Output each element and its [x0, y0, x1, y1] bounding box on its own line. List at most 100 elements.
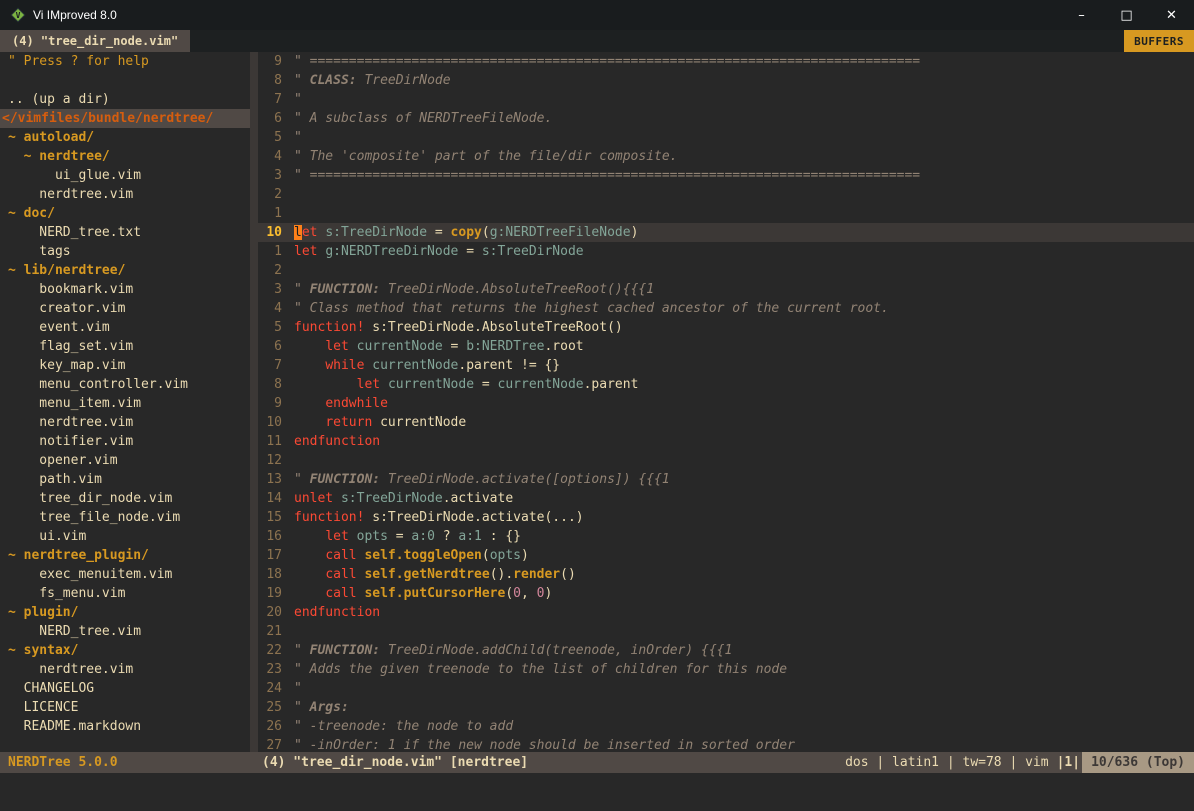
nerdtree-row-file[interactable]: event.vim [0, 318, 250, 337]
main-area: " Press ? for help .. (up a dir)</vimfile… [0, 52, 1194, 752]
nerdtree-row-file[interactable]: nerdtree.vim [0, 185, 250, 204]
vim-window: V Vi IMproved 8.0 – □ ✕ (4) "tree_dir_no… [0, 0, 1194, 811]
vertical-split[interactable] [250, 52, 258, 752]
editor-line[interactable]: 4" Class method that returns the highest… [258, 299, 1194, 318]
nerdtree-row-file[interactable]: tree_dir_node.vim [0, 489, 250, 508]
nerdtree-row-root[interactable]: </vimfiles/bundle/nerdtree/ [0, 109, 250, 128]
editor-line[interactable]: 27" -inOrder: 1 if the new node should b… [258, 736, 1194, 752]
nerdtree-row-dir[interactable]: ~ doc/ [0, 204, 250, 223]
nerdtree-row-file[interactable]: fs_menu.vim [0, 584, 250, 603]
nerdtree-row-blank [0, 71, 250, 90]
nerdtree-panel: " Press ? for help .. (up a dir)</vimfile… [0, 52, 250, 752]
line-number: 25 [258, 698, 286, 717]
nerdtree-row-file[interactable]: creator.vim [0, 299, 250, 318]
editor-line[interactable]: 16 let opts = a:0 ? a:1 : {} [258, 527, 1194, 546]
nerdtree-list: " Press ? for help .. (up a dir)</vimfile… [0, 52, 250, 736]
editor-line[interactable]: 21 [258, 622, 1194, 641]
close-button[interactable]: ✕ [1149, 0, 1194, 30]
line-number: 17 [258, 546, 286, 565]
editor-line[interactable]: 24" [258, 679, 1194, 698]
editor-line[interactable]: 13" FUNCTION: TreeDirNode.activate([opti… [258, 470, 1194, 489]
tabline-fill [190, 30, 1124, 52]
nerdtree-row-file[interactable]: exec_menuitem.vim [0, 565, 250, 584]
editor-line[interactable]: 4" The 'composite' part of the file/dir … [258, 147, 1194, 166]
editor-line[interactable]: 2 [258, 261, 1194, 280]
editor-lines: 9" =====================================… [258, 52, 1194, 752]
editor-line[interactable]: 8" CLASS: TreeDirNode [258, 71, 1194, 90]
nerdtree-row-file[interactable]: ui.vim [0, 527, 250, 546]
editor-line[interactable]: 17 call self.toggleOpen(opts) [258, 546, 1194, 565]
nerdtree-row-file[interactable]: menu_controller.vim [0, 375, 250, 394]
nerdtree-row-dir[interactable]: ~ autoload/ [0, 128, 250, 147]
editor-line[interactable]: 6" A subclass of NERDTreeFileNode. [258, 109, 1194, 128]
editor-line[interactable]: 1let g:NERDTreeDirNode = s:TreeDirNode [258, 242, 1194, 261]
editor-line[interactable]: 5function! s:TreeDirNode.AbsoluteTreeRoo… [258, 318, 1194, 337]
maximize-button[interactable]: □ [1104, 0, 1149, 30]
code-text: call self.getNerdtree().render() [286, 565, 576, 584]
window-controls: – □ ✕ [1059, 0, 1194, 30]
line-number: 7 [258, 356, 286, 375]
editor-line[interactable]: 22" FUNCTION: TreeDirNode.addChild(treen… [258, 641, 1194, 660]
editor-line[interactable]: 9 endwhile [258, 394, 1194, 413]
nerdtree-row-file[interactable]: ui_glue.vim [0, 166, 250, 185]
editor-line[interactable]: 19 call self.putCursorHere(0, 0) [258, 584, 1194, 603]
nerdtree-row-file[interactable]: path.vim [0, 470, 250, 489]
editor-line[interactable]: 5" [258, 128, 1194, 147]
editor-line[interactable]: 12 [258, 451, 1194, 470]
code-text: call self.putCursorHere(0, 0) [286, 584, 552, 603]
svg-text:V: V [16, 11, 21, 20]
editor-line-current[interactable]: 10let s:TreeDirNode = copy(g:NERDTreeFil… [258, 223, 1194, 242]
nerdtree-row-dir[interactable]: ~ syntax/ [0, 641, 250, 660]
editor-line[interactable]: 15function! s:TreeDirNode.activate(...) [258, 508, 1194, 527]
editor-line[interactable]: 2 [258, 185, 1194, 204]
nerdtree-row-file[interactable]: tags [0, 242, 250, 261]
editor-line[interactable]: 11endfunction [258, 432, 1194, 451]
editor-line[interactable]: 25" Args: [258, 698, 1194, 717]
editor-line[interactable]: 18 call self.getNerdtree().render() [258, 565, 1194, 584]
editor-line[interactable]: 14unlet s:TreeDirNode.activate [258, 489, 1194, 508]
nerdtree-row-file[interactable]: notifier.vim [0, 432, 250, 451]
editor-line[interactable]: 7 while currentNode.parent != {} [258, 356, 1194, 375]
nerdtree-row-file[interactable]: NERD_tree.txt [0, 223, 250, 242]
nerdtree-row-file[interactable]: CHANGELOG [0, 679, 250, 698]
command-line [0, 773, 1194, 811]
line-number: 26 [258, 717, 286, 736]
line-number: 4 [258, 147, 286, 166]
editor-line[interactable]: 20endfunction [258, 603, 1194, 622]
nerdtree-row-dir[interactable]: ~ plugin/ [0, 603, 250, 622]
nerdtree-row-file[interactable]: opener.vim [0, 451, 250, 470]
nerdtree-row-file[interactable]: nerdtree.vim [0, 413, 250, 432]
buffer-tab[interactable]: (4) "tree_dir_node.vim" [0, 30, 190, 52]
nerdtree-row-updir[interactable]: .. (up a dir) [0, 90, 250, 109]
editor-line[interactable]: 26" -treenode: the node to add [258, 717, 1194, 736]
code-text: " [286, 90, 302, 109]
editor-line[interactable]: 1 [258, 204, 1194, 223]
nerdtree-row-dir[interactable]: ~ nerdtree_plugin/ [0, 546, 250, 565]
editor-line[interactable]: 7" [258, 90, 1194, 109]
editor-line[interactable]: 3" =====================================… [258, 166, 1194, 185]
editor-line[interactable]: 10 return currentNode [258, 413, 1194, 432]
nerdtree-row-file[interactable]: LICENCE [0, 698, 250, 717]
nerdtree-row-file[interactable]: flag_set.vim [0, 337, 250, 356]
nerdtree-row-file[interactable]: nerdtree.vim [0, 660, 250, 679]
nerdtree-row-file[interactable]: bookmark.vim [0, 280, 250, 299]
line-number: 7 [258, 90, 286, 109]
nerdtree-row-dir[interactable]: ~ lib/nerdtree/ [0, 261, 250, 280]
titlebar[interactable]: V Vi IMproved 8.0 – □ ✕ [0, 0, 1194, 30]
nerdtree-row-file[interactable]: NERD_tree.vim [0, 622, 250, 641]
code-text: " ======================================… [286, 52, 920, 71]
editor-line[interactable]: 6 let currentNode = b:NERDTree.root [258, 337, 1194, 356]
nerdtree-row-file[interactable]: tree_file_node.vim [0, 508, 250, 527]
nerdtree-row-dir[interactable]: ~ nerdtree/ [0, 147, 250, 166]
editor-line[interactable]: 9" =====================================… [258, 52, 1194, 71]
editor-line[interactable]: 23" Adds the given treenode to the list … [258, 660, 1194, 679]
editor-line[interactable]: 8 let currentNode = currentNode.parent [258, 375, 1194, 394]
nerdtree-row-file[interactable]: key_map.vim [0, 356, 250, 375]
editor-line[interactable]: 3" FUNCTION: TreeDirNode.AbsoluteTreeRoo… [258, 280, 1194, 299]
nerdtree-row-file[interactable]: README.markdown [0, 717, 250, 736]
nerdtree-row-help[interactable]: " Press ? for help [0, 52, 250, 71]
buffers-label: BUFFERS [1124, 30, 1194, 52]
minimize-button[interactable]: – [1059, 0, 1104, 30]
code-text: " -treenode: the node to add [286, 717, 513, 736]
nerdtree-row-file[interactable]: menu_item.vim [0, 394, 250, 413]
